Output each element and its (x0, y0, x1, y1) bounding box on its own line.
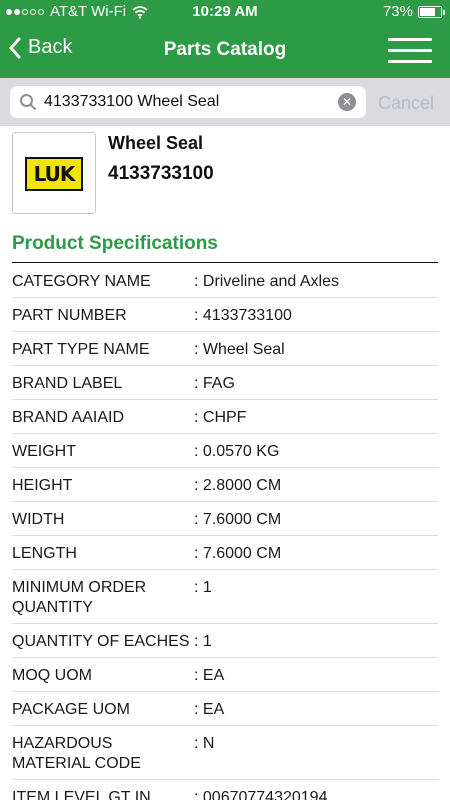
spec-value: : Driveline and Axles (194, 273, 339, 290)
spec-value: : FAG (194, 375, 235, 392)
page-title: Parts Catalog (163, 39, 287, 60)
spec-label: QUANTITY OF EACHES (12, 633, 190, 650)
spec-label: HAZARDOUS MATERIAL CODE (12, 735, 141, 772)
spec-value: : EA (194, 701, 225, 718)
spec-row: MINIMUM ORDER QUANTITY : 1 (12, 570, 438, 624)
spec-row: CATEGORY NAME : Driveline and Axles (12, 264, 438, 298)
spec-value: : 7.6000 CM (194, 545, 282, 562)
status-right: 73% (382, 3, 445, 20)
product-header: LUK Wheel Seal 4133733100 (0, 126, 450, 226)
specifications-heading: Product Specifications (12, 233, 438, 263)
logo-text: LUK (33, 162, 76, 186)
spec-value: : 2.8000 CM (194, 477, 282, 494)
spec-label: BRAND LABEL (12, 375, 123, 392)
battery-percent: 73% (382, 3, 413, 20)
spec-value: : N (194, 735, 215, 752)
status-bar: AT&T Wi-Fi 10:29 AM 73% (0, 0, 450, 24)
spec-row: WEIGHT : 0.0570 KG (12, 434, 438, 468)
search-icon (20, 94, 36, 110)
spec-row: PART NUMBER : 4133733100 (12, 298, 438, 332)
luk-logo-icon: LUK (25, 157, 83, 191)
search-box: ✕ (10, 86, 366, 118)
spec-label: HEIGHT (12, 477, 73, 494)
spec-value: : CHPF (194, 409, 247, 426)
search-bar: ✕ Cancel (0, 78, 450, 126)
spec-row: QUANTITY OF EACHES : 1 (12, 624, 438, 658)
spec-label: PART NUMBER (12, 307, 127, 324)
spec-row: BRAND LABEL : FAG (12, 366, 438, 400)
spec-row: HEIGHT : 2.8000 CM (12, 468, 438, 502)
clear-search-icon[interactable]: ✕ (338, 93, 356, 111)
spec-label: LENGTH (12, 545, 77, 562)
search-input[interactable] (44, 86, 334, 118)
spec-row: BRAND AAIAID : CHPF (12, 400, 438, 434)
hamburger-menu-icon[interactable] (388, 38, 432, 64)
spec-label: MINIMUM ORDER QUANTITY (12, 579, 147, 616)
spec-label: PART TYPE NAME (12, 341, 150, 358)
spec-value: : 1 (194, 579, 212, 596)
spec-row: PART TYPE NAME : Wheel Seal (12, 332, 438, 366)
cancel-button[interactable]: Cancel (378, 93, 434, 114)
spec-label: PACKAGE UOM (12, 701, 130, 718)
brand-logo: LUK (12, 132, 96, 214)
spec-label: WEIGHT (12, 443, 76, 460)
specifications-table: CATEGORY NAME : Driveline and Axles PART… (12, 264, 438, 800)
spec-row: PACKAGE UOM : EA (12, 692, 438, 726)
spec-label: ITEM LEVEL GT IN (12, 789, 151, 800)
product-number: 4133733100 (108, 163, 214, 184)
product-name: Wheel Seal (108, 133, 204, 153)
spec-label: CATEGORY NAME (12, 273, 151, 290)
spec-value: : 0.0570 KG (194, 443, 280, 460)
spec-label: BRAND AAIAID (12, 409, 125, 426)
spec-label: WIDTH (12, 511, 65, 528)
navigation-bar: Back Parts Catalog (0, 24, 450, 78)
spec-value: : Wheel Seal (194, 341, 285, 358)
spec-value: : 4133733100 (194, 307, 292, 324)
spec-row: MOQ UOM : EA (12, 658, 438, 692)
spec-label: MOQ UOM (12, 667, 92, 684)
spec-value: : 00670774320194 (194, 789, 328, 800)
spec-value: : 1 (194, 633, 212, 650)
spec-value: : EA (194, 667, 225, 684)
spec-row: HAZARDOUS MATERIAL CODE : N (12, 726, 438, 780)
spec-row: ITEM LEVEL GT IN : 00670774320194 (12, 780, 438, 800)
battery-icon (418, 5, 445, 18)
spec-row: WIDTH : 7.6000 CM (12, 502, 438, 536)
spec-row: LENGTH : 7.6000 CM (12, 536, 438, 570)
spec-value: : 7.6000 CM (194, 511, 282, 528)
